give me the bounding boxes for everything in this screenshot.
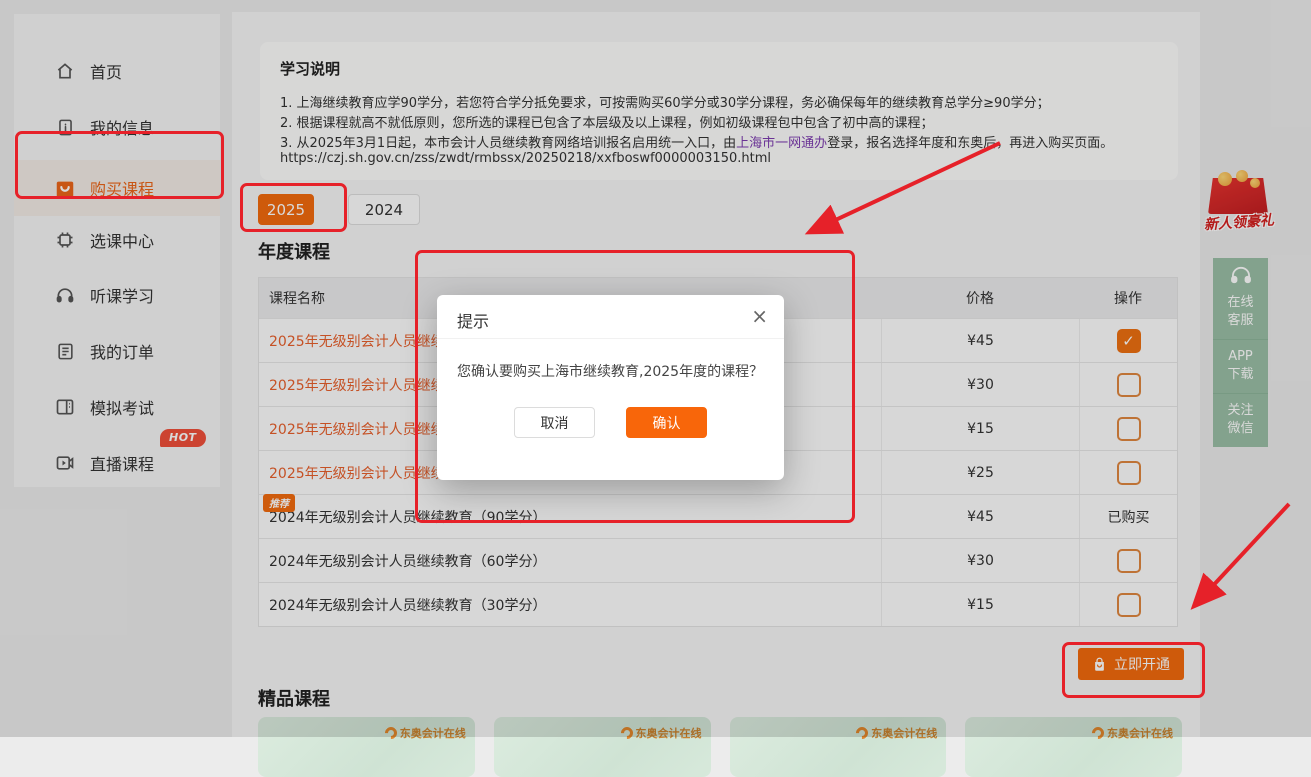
dialog-title: 提示 <box>457 308 489 332</box>
confirm-button[interactable]: 确认 <box>626 407 707 438</box>
confirm-purchase-dialog: 提示 × 您确认要购买上海市继续教育,2025年度的课程？ 取消 确认 <box>437 295 784 480</box>
dialog-message: 您确认要购买上海市继续教育,2025年度的课程？ <box>457 361 764 381</box>
dialog-header: 提示 × <box>437 295 784 339</box>
close-icon[interactable]: × <box>751 305 768 327</box>
cancel-button[interactable]: 取消 <box>514 407 595 438</box>
